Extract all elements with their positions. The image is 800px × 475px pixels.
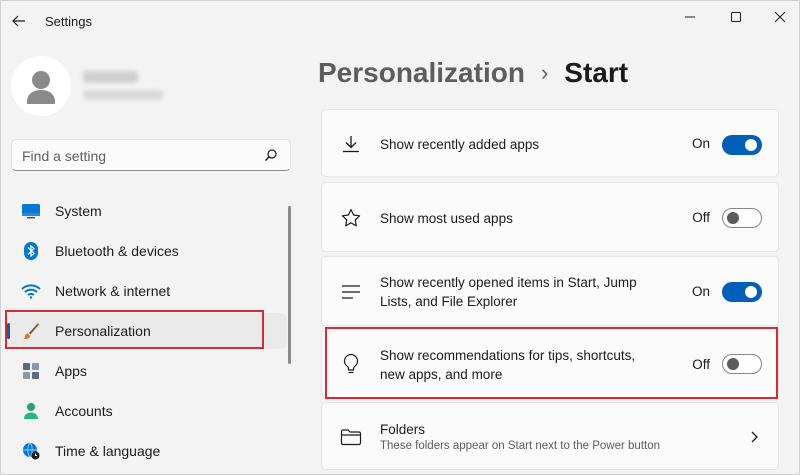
toggle-recommendations[interactable] <box>722 354 762 374</box>
back-button[interactable] <box>7 9 31 33</box>
search-input[interactable] <box>22 146 252 166</box>
setting-card-recently-added: Show recently added apps On <box>321 109 779 177</box>
minimize-icon <box>685 16 695 18</box>
sidebar-item-label: System <box>55 203 102 219</box>
toggle-knob <box>727 212 739 224</box>
search-icon[interactable] <box>264 148 280 164</box>
globe-clock-icon <box>21 442 41 460</box>
sidebar-item-bluetooth[interactable]: Bluetooth & devices <box>7 233 287 269</box>
monitor-icon <box>21 202 41 220</box>
breadcrumb-parent[interactable]: Personalization <box>318 57 525 89</box>
search-box[interactable] <box>11 139 291 171</box>
setting-card-recently-opened: Show recently opened items in Start, Jum… <box>321 256 779 326</box>
setting-label: Show recommendations for tips, shortcuts… <box>380 348 636 382</box>
sidebar-item-label: Accounts <box>55 403 113 419</box>
toggle-state-text: Off <box>692 357 710 372</box>
settings-window: Settings Find a setting System Bluetooth… <box>0 0 800 475</box>
wifi-icon <box>21 282 41 300</box>
window-title: Settings <box>45 14 92 29</box>
active-indicator <box>7 323 10 339</box>
toggle-most-used[interactable] <box>722 208 762 228</box>
setting-card-folders[interactable]: Folders These folders appear on Start ne… <box>321 402 779 470</box>
user-silhouette-icon <box>27 71 55 104</box>
bluetooth-icon <box>21 242 41 260</box>
sidebar-item-network[interactable]: Network & internet <box>7 273 287 309</box>
chevron-right-icon <box>751 431 758 443</box>
avatar[interactable] <box>11 56 71 116</box>
profile-name-blurred <box>83 71 138 83</box>
setting-label: Folders <box>380 422 426 437</box>
toggle-state-text: Off <box>692 210 710 225</box>
person-icon <box>21 402 41 420</box>
star-icon <box>340 207 362 229</box>
close-icon <box>775 12 785 22</box>
brush-icon <box>21 322 41 340</box>
page-title: Start <box>564 57 629 88</box>
sidebar-item-label: Apps <box>55 363 87 379</box>
setting-label: Show most used apps <box>380 211 513 226</box>
close-button[interactable] <box>757 5 800 29</box>
toggle-state-text: On <box>691 284 710 299</box>
list-icon <box>340 281 362 303</box>
minimize-button[interactable] <box>667 5 713 29</box>
lightbulb-icon <box>340 353 362 375</box>
title-bar: Settings <box>1 1 799 41</box>
sidebar-item-time-language[interactable]: Time & language <box>7 433 287 469</box>
apps-icon <box>21 362 41 380</box>
sidebar-scrollbar[interactable] <box>288 206 291 364</box>
toggle-knob <box>727 358 739 370</box>
setting-card-most-used: Show most used apps Off <box>321 182 779 252</box>
back-arrow-icon <box>12 15 25 27</box>
sidebar-item-personalization[interactable]: Personalization <box>7 313 287 349</box>
maximize-icon <box>731 12 741 22</box>
sidebar-item-label: Bluetooth & devices <box>55 243 179 259</box>
folder-icon <box>340 426 362 448</box>
sidebar-item-accounts[interactable]: Accounts <box>7 393 287 429</box>
setting-label: Show recently added apps <box>380 137 540 152</box>
toggle-state-text: On <box>691 136 710 151</box>
sidebar-item-apps[interactable]: Apps <box>7 353 287 389</box>
toggle-knob <box>745 286 757 298</box>
setting-label: Show recently opened items in Start, Jum… <box>380 275 637 309</box>
sidebar-item-label: Network & internet <box>55 283 171 299</box>
download-icon <box>340 133 362 155</box>
sidebar-item-label: Personalization <box>55 323 151 339</box>
setting-sublabel: These folders appear on Start next to th… <box>380 440 661 452</box>
sidebar-item-label: Time & language <box>55 443 161 459</box>
toggle-recently-added[interactable] <box>722 135 762 155</box>
breadcrumb-separator: › <box>540 60 549 85</box>
toggle-recently-opened[interactable] <box>722 282 762 302</box>
breadcrumb: Personalization › Start <box>318 57 628 89</box>
toggle-knob <box>745 139 757 151</box>
setting-card-recommendations: Show recommendations for tips, shortcuts… <box>321 328 779 398</box>
maximize-button[interactable] <box>713 5 759 29</box>
profile-account-type-blurred <box>83 90 163 100</box>
sidebar-item-system[interactable]: System <box>7 193 287 229</box>
